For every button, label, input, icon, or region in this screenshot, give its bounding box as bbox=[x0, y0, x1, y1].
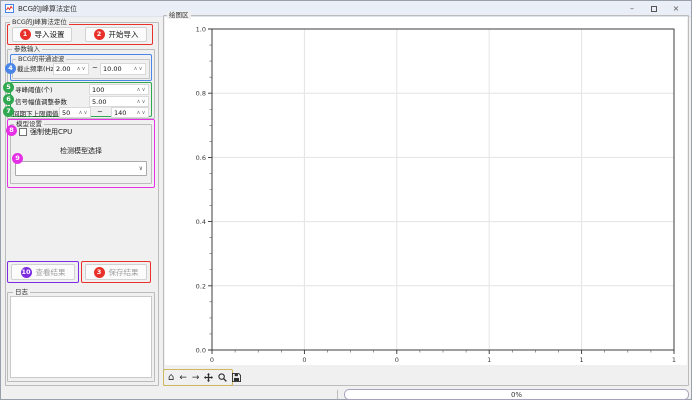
cutoff-high-spinbox[interactable]: 10.00 ∧ ∨ bbox=[100, 63, 146, 75]
interval-high-spinbox[interactable]: 140 ∧ ∨ bbox=[111, 107, 149, 118]
spin-down-icon[interactable]: ∨ bbox=[83, 110, 88, 116]
app-icon bbox=[5, 4, 14, 13]
save-icon[interactable] bbox=[232, 371, 241, 384]
save-results-label: 保存结果 bbox=[109, 267, 139, 278]
empty-axes-plot: 0 0 0 1 1 1 1.0 0.8 0.6 0.4 0.2 0.0 bbox=[165, 17, 687, 365]
log-group-title: 日志 bbox=[13, 288, 30, 296]
peak-count-value: 100 bbox=[92, 86, 136, 94]
x-tick-label: 0 bbox=[395, 356, 399, 364]
start-import-label: 开始导入 bbox=[109, 29, 139, 40]
spin-down-icon[interactable]: ∨ bbox=[141, 99, 146, 105]
badge-9: 9 bbox=[12, 153, 23, 164]
y-tick-label: 1.0 bbox=[196, 26, 206, 34]
badge-7: 7 bbox=[3, 106, 14, 117]
zoom-icon[interactable] bbox=[218, 371, 227, 384]
x-tick-label: 1 bbox=[672, 356, 676, 364]
x-tick-label: 1 bbox=[580, 356, 584, 364]
badge-5: 5 bbox=[3, 82, 14, 93]
plot-canvas[interactable]: 0 0 0 1 1 1 1.0 0.8 0.6 0.4 0.2 0.0 bbox=[165, 17, 687, 365]
plot-group-title: 绘图区 bbox=[167, 11, 191, 19]
cutoff-low-value: 2.00 bbox=[56, 65, 76, 73]
spin-down-icon[interactable]: ∨ bbox=[81, 66, 86, 72]
cutoff-low-spinbox[interactable]: 2.00 ∧ ∨ bbox=[53, 63, 89, 75]
spin-down-icon[interactable]: ∨ bbox=[141, 87, 146, 93]
grid-vertical-lines bbox=[304, 29, 581, 350]
app-window: BCG的J峰算法定位 – × BCG的J峰算法定位 1 导入设置 2 开始导入 … bbox=[0, 0, 692, 400]
interval-label: 间期下上限阈值 bbox=[13, 110, 59, 118]
x-tick-label: 1 bbox=[487, 356, 491, 364]
home-icon[interactable]: ⌂ bbox=[168, 371, 174, 384]
y-tick-label: 0.2 bbox=[196, 282, 206, 290]
cutoff-high-value: 10.00 bbox=[103, 65, 133, 73]
plot-toolbar: ⌂ ← → bbox=[163, 369, 233, 386]
start-import-button[interactable]: 2 开始导入 bbox=[85, 27, 147, 42]
left-panel-group-title: BCG的J峰算法定位 bbox=[10, 18, 69, 26]
badge-1: 1 bbox=[20, 29, 31, 40]
progress-bar: 0% bbox=[344, 389, 689, 400]
badge-6: 6 bbox=[3, 94, 14, 105]
pan-icon[interactable] bbox=[204, 371, 213, 384]
spin-down-icon[interactable]: ∨ bbox=[141, 110, 146, 116]
view-results-button[interactable]: 10 查看结果 bbox=[11, 264, 75, 280]
amplitude-value: 5.00 bbox=[92, 98, 136, 106]
close-button[interactable]: × bbox=[665, 1, 687, 16]
interval-tilde: ~ bbox=[97, 108, 103, 116]
peak-count-label: 寻峰阈值(个) bbox=[15, 86, 53, 94]
y-tick-label: 0.8 bbox=[196, 90, 206, 98]
model-group-title: 模型设置 bbox=[14, 120, 44, 128]
badge-10: 10 bbox=[21, 267, 32, 278]
progress-label: 0% bbox=[511, 391, 522, 399]
chevron-down-icon: ∨ bbox=[139, 165, 143, 172]
axes-spines bbox=[212, 29, 674, 350]
log-textarea[interactable] bbox=[10, 296, 152, 378]
y-tick-label: 0.6 bbox=[196, 154, 206, 162]
grid-horizontal-lines bbox=[212, 93, 674, 286]
amplitude-spinbox[interactable]: 5.00 ∧ ∨ bbox=[89, 96, 149, 107]
params-group-title: 参数输入 bbox=[12, 45, 42, 53]
y-tick-label: 0.4 bbox=[196, 218, 206, 226]
interval-low-value: 50 bbox=[62, 109, 78, 117]
bandpass-group-title: BCG的带通滤波 bbox=[16, 55, 66, 63]
spin-down-icon[interactable]: ∨ bbox=[138, 66, 143, 72]
model-select-label: 检测模型选择 bbox=[11, 147, 151, 155]
back-arrow-icon[interactable]: ← bbox=[179, 371, 187, 384]
x-tick-label: 0 bbox=[210, 356, 214, 364]
force-cpu-label: 强制使用CPU bbox=[30, 128, 72, 136]
peak-count-spinbox[interactable]: 100 ∧ ∨ bbox=[89, 84, 149, 95]
maximize-button[interactable] bbox=[643, 1, 665, 16]
import-settings-button[interactable]: 1 导入设置 bbox=[12, 27, 72, 42]
model-select-combobox[interactable]: ∨ bbox=[15, 161, 147, 176]
badge-3: 3 bbox=[94, 267, 105, 278]
view-results-label: 查看结果 bbox=[36, 267, 66, 278]
badge-2: 2 bbox=[94, 29, 105, 40]
import-settings-label: 导入设置 bbox=[35, 29, 65, 40]
save-results-button[interactable]: 3 保存结果 bbox=[85, 264, 147, 280]
force-cpu-checkbox[interactable] bbox=[19, 128, 27, 136]
maximize-icon bbox=[651, 6, 657, 12]
interval-high-value: 140 bbox=[114, 109, 136, 117]
amplitude-label: 信号幅值调整参数 bbox=[15, 98, 67, 106]
minimize-button[interactable]: – bbox=[621, 1, 643, 16]
forward-arrow-icon[interactable]: → bbox=[192, 371, 200, 384]
y-tick-label: 0.0 bbox=[196, 347, 206, 355]
badge-8: 8 bbox=[6, 125, 17, 136]
x-tick-label: 0 bbox=[302, 356, 306, 364]
interval-low-spinbox[interactable]: 50 ∧ ∨ bbox=[59, 107, 91, 118]
statusbar-divider bbox=[337, 390, 338, 399]
window-title: BCG的J峰算法定位 bbox=[18, 4, 621, 14]
cutoff-tilde: ~ bbox=[92, 64, 98, 72]
badge-4: 4 bbox=[5, 63, 16, 74]
